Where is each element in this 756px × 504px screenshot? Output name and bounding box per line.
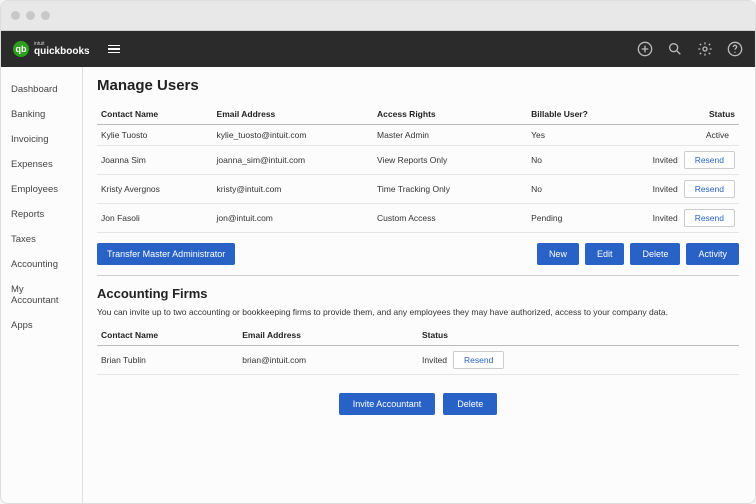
status-text: Invited [653,213,678,223]
menu-toggle-icon[interactable] [108,45,120,54]
users-th-status: Status [623,104,739,125]
sidebar-item-dashboard[interactable]: Dashboard [1,77,82,102]
cell-contact: Brian Tublin [97,346,238,375]
new-button[interactable]: New [537,243,579,265]
users-th-billable: Billable User? [527,104,623,125]
sidebar-item-banking[interactable]: Banking [1,102,82,127]
cell-email: kylie_tuosto@intuit.com [213,125,374,146]
cell-billable: Pending [527,204,623,233]
table-row[interactable]: Kristy Avergnos kristy@intuit.com Time T… [97,175,739,204]
delete-firm-button[interactable]: Delete [443,393,497,415]
sidebar-item-apps[interactable]: Apps [1,313,82,338]
users-th-email: Email Address [213,104,374,125]
cell-contact: Kristy Avergnos [97,175,213,204]
add-icon[interactable] [637,41,653,57]
firms-title: Accounting Firms [97,286,739,301]
page-title: Manage Users [97,77,739,94]
sidebar: Dashboard Banking Invoicing Expenses Emp… [1,67,83,503]
brand-bottom: quickbooks [34,47,90,57]
cell-rights: Custom Access [373,204,527,233]
status-text: Invited [653,184,678,194]
help-icon[interactable] [727,41,743,57]
sidebar-item-reports[interactable]: Reports [1,202,82,227]
cell-email: brian@intuit.com [238,346,418,375]
search-icon[interactable] [667,41,683,57]
cell-billable: No [527,175,623,204]
users-th-rights: Access Rights [373,104,527,125]
edit-button[interactable]: Edit [585,243,625,265]
sidebar-item-my-accountant[interactable]: My Accountant [1,277,82,313]
sidebar-item-employees[interactable]: Employees [1,177,82,202]
sidebar-item-taxes[interactable]: Taxes [1,227,82,252]
cell-rights: Master Admin [373,125,527,146]
firms-th-email: Email Address [238,325,418,346]
cell-email: jon@intuit.com [213,204,374,233]
cell-billable: Yes [527,125,623,146]
cell-contact: Kylie Tuosto [97,125,213,146]
firms-description: You can invite up to two accounting or b… [97,307,739,317]
status-text: Active [706,130,729,140]
status-text: Invited [422,355,447,365]
qb-logo-icon: qb [13,41,29,57]
cell-email: joanna_sim@intuit.com [213,146,374,175]
users-table: Contact Name Email Address Access Rights… [97,104,739,233]
content-area: Manage Users Contact Name Email Address … [83,67,755,503]
resend-button[interactable]: Resend [453,351,504,369]
sidebar-item-accounting[interactable]: Accounting [1,252,82,277]
activity-button[interactable]: Activity [686,243,739,265]
app-header: qb intuit quickbooks [1,31,755,67]
cell-contact: Joanna Sim [97,146,213,175]
resend-button[interactable]: Resend [684,151,735,169]
table-row[interactable]: Brian Tublin brian@intuit.com Invited Res… [97,346,739,375]
invite-accountant-button[interactable]: Invite Accountant [339,393,436,415]
window-close-dot[interactable] [11,11,20,20]
gear-icon[interactable] [697,41,713,57]
window-max-dot[interactable] [41,11,50,20]
cell-contact: Jon Fasoli [97,204,213,233]
sidebar-item-invoicing[interactable]: Invoicing [1,127,82,152]
resend-button[interactable]: Resend [684,180,735,198]
sidebar-item-expenses[interactable]: Expenses [1,152,82,177]
browser-titlebar [1,1,755,31]
window-min-dot[interactable] [26,11,35,20]
cell-rights: View Reports Only [373,146,527,175]
table-row[interactable]: Joanna Sim joanna_sim@intuit.com View Re… [97,146,739,175]
transfer-master-admin-button[interactable]: Transfer Master Administrator [97,243,235,265]
section-divider [97,275,739,276]
status-text: Invited [653,155,678,165]
firms-th-contact: Contact Name [97,325,238,346]
cell-billable: No [527,146,623,175]
table-row[interactable]: Jon Fasoli jon@intuit.com Custom Access … [97,204,739,233]
resend-button[interactable]: Resend [684,209,735,227]
firms-table: Contact Name Email Address Status Brian … [97,325,739,375]
users-th-contact: Contact Name [97,104,213,125]
cell-email: kristy@intuit.com [213,175,374,204]
table-row[interactable]: Kylie Tuosto kylie_tuosto@intuit.com Mas… [97,125,739,146]
cell-rights: Time Tracking Only [373,175,527,204]
delete-button[interactable]: Delete [630,243,680,265]
brand-logo[interactable]: qb intuit quickbooks [13,41,90,57]
firms-th-status: Status [418,325,739,346]
